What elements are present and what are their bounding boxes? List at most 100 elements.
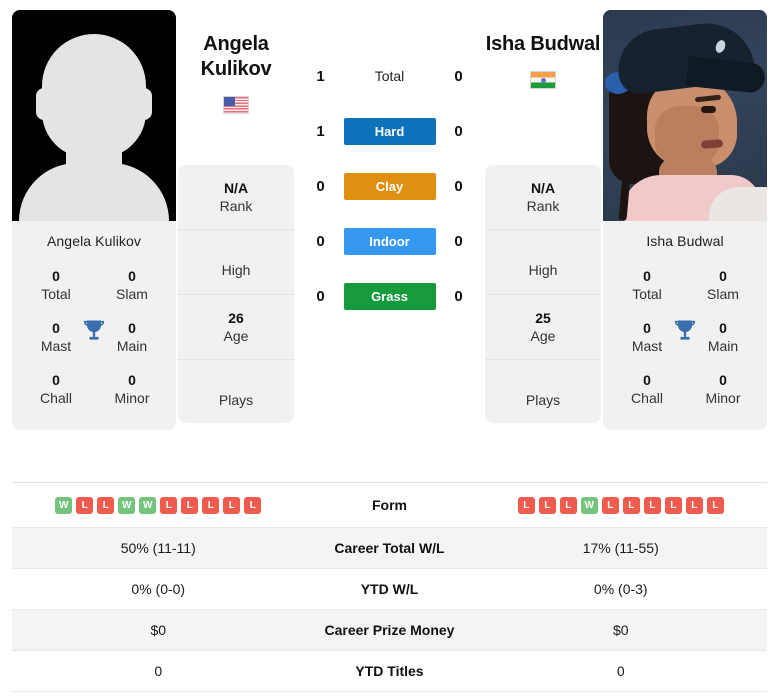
title-value: 0	[719, 371, 727, 388]
left-stat-value: $0	[150, 622, 167, 638]
title-label: Minor	[114, 389, 150, 406]
h2h-left-score: 0	[316, 233, 325, 250]
left-player-column: Angela Kulikov 0 Total 0 Slam 0 Mast 0 M…	[12, 10, 176, 431]
title-value: 0	[643, 268, 651, 284]
form-chip-loss[interactable]: L	[97, 496, 115, 514]
stat-label: Form	[372, 497, 407, 513]
high-value	[182, 244, 290, 261]
left-info-column: Angela Kulikov N/A Rank High 26 Age Play…	[178, 10, 294, 424]
table-row-ytd-wl: 0% (0-0) YTD W/L 0% (0-3)	[12, 569, 767, 610]
age-value: 26	[228, 309, 244, 326]
left-high-section: High	[178, 230, 294, 295]
titles-row: 0 Chall 0 Minor	[609, 365, 761, 417]
h2h-right-score: 0	[454, 233, 463, 250]
title-value: 0	[128, 268, 136, 284]
h2h-right-score: 0	[454, 178, 463, 195]
h2h-surface-indoor[interactable]: Indoor	[343, 228, 436, 255]
avatar-ear-right	[136, 88, 152, 120]
us-flag-icon	[223, 96, 249, 114]
right-player-name-block: Isha Budwal	[485, 10, 601, 165]
left-stat-value: 0	[154, 663, 163, 679]
form-chip-loss[interactable]: L	[622, 496, 640, 514]
right-stat-value: $0	[612, 622, 629, 638]
titles-row: 0 Chall 0 Minor	[18, 365, 170, 417]
high-value	[489, 244, 597, 261]
form-chip-loss[interactable]: L	[517, 496, 535, 514]
form-chip-loss[interactable]: L	[223, 496, 241, 514]
left-player-photo[interactable]	[12, 10, 176, 221]
table-row-career-prize-money: $0 Career Prize Money $0	[12, 610, 767, 651]
right-rank-section: N/A Rank	[485, 165, 601, 231]
title-label: Slam	[116, 285, 148, 302]
age-label: Age	[223, 327, 249, 344]
table-row-form: WLLWWLLLLL Form LLLWLLLLLL	[12, 483, 767, 528]
stat-label: YTD Titles	[355, 663, 424, 679]
form-chip-win[interactable]: W	[118, 496, 136, 514]
form-chip-loss[interactable]: L	[160, 496, 178, 514]
title-stat: 0 Minor	[101, 372, 163, 408]
stat-label: Career Prize Money	[324, 622, 455, 638]
form-chip-loss[interactable]: L	[181, 496, 199, 514]
right-form-cell: LLLWLLLLLL	[475, 496, 768, 514]
title-label: Main	[707, 337, 739, 354]
age-value: 25	[535, 309, 551, 326]
form-chip-loss[interactable]: L	[538, 496, 556, 514]
rank-value: N/A	[530, 180, 556, 196]
form-chip-loss[interactable]: L	[706, 496, 724, 514]
avatar-body	[19, 163, 169, 221]
h2h-row-total: 1 Total 0	[296, 62, 483, 90]
right-info-column: Isha Budwal N/A Rank High 25 Age Plays	[485, 10, 601, 424]
plays-value	[489, 374, 597, 391]
form-chip-win[interactable]: W	[55, 496, 73, 514]
h2h-left-score: 0	[316, 178, 325, 195]
title-label: Total	[41, 285, 71, 302]
form-chip-loss[interactable]: L	[244, 496, 262, 514]
h2h-right-score: 0	[454, 67, 463, 85]
h2h-surface-hard[interactable]: Hard	[343, 118, 436, 145]
form-chip-loss[interactable]: L	[643, 496, 661, 514]
form-chip-win[interactable]: W	[580, 496, 598, 514]
left-player-name-line2: Kulikov	[200, 58, 272, 80]
h2h-surface-clay[interactable]: Clay	[343, 173, 436, 200]
stat-label: YTD W/L	[360, 581, 419, 597]
h2h-left-score: 0	[316, 288, 325, 305]
age-label: Age	[530, 327, 556, 344]
right-player-card[interactable]: Isha Budwal 0 Total 0 Slam 0 Mast 0 Main…	[603, 10, 767, 431]
title-stat: 0 Minor	[692, 372, 754, 408]
title-stat: 0 Chall	[25, 372, 87, 408]
left-form-cell: WLLWWLLLLL	[12, 496, 305, 514]
title-stat: 0 Main	[692, 320, 754, 356]
title-value: 0	[643, 319, 651, 336]
h2h-left-score: 1	[316, 123, 325, 140]
title-label: Chall	[631, 389, 663, 406]
head-to-head-column: 1 Total 0 1 Hard 0 0 Clay 0 0 Indoor 0 0…	[296, 10, 483, 338]
left-stat-value: 0% (0-0)	[131, 581, 186, 597]
title-stat: 0 Main	[101, 320, 163, 356]
form-chip-loss[interactable]: L	[685, 496, 703, 514]
form-chip-loss[interactable]: L	[664, 496, 682, 514]
title-stat: 0 Slam	[692, 268, 754, 304]
comparison-stats-table: WLLWWLLLLL Form LLLWLLLLLL 50% (11-11) C…	[12, 482, 767, 692]
title-label: Chall	[40, 389, 72, 406]
form-chip-loss[interactable]: L	[601, 496, 619, 514]
h2h-surface-total: Total	[374, 68, 405, 84]
form-chip-loss[interactable]: L	[202, 496, 220, 514]
form-chip-loss[interactable]: L	[559, 496, 577, 514]
title-label: Mast	[40, 337, 72, 354]
title-label: Slam	[707, 285, 739, 302]
right-titles-grid: 0 Total 0 Slam 0 Mast 0 Main 0 Chall 0 M…	[603, 261, 767, 430]
right-player-photo[interactable]	[603, 10, 767, 221]
right-player-card-name: Isha Budwal	[646, 233, 724, 249]
table-row-ytd-titles: 0 YTD Titles 0	[12, 651, 767, 692]
player-comparison-header: Angela Kulikov 0 Total 0 Slam 0 Mast 0 M…	[0, 0, 779, 470]
form-chip-loss[interactable]: L	[76, 496, 94, 514]
h2h-surface-grass[interactable]: Grass	[343, 283, 436, 310]
h2h-row-indoor: 0 Indoor 0	[296, 228, 483, 255]
form-chip-win[interactable]: W	[139, 496, 157, 514]
high-label: High	[221, 262, 251, 279]
photo-lip	[700, 139, 724, 149]
titles-row: 0 Total 0 Slam	[18, 261, 170, 313]
left-player-card[interactable]: Angela Kulikov 0 Total 0 Slam 0 Mast 0 M…	[12, 10, 176, 431]
right-stat-value: 0% (0-3)	[593, 581, 648, 597]
india-flag-icon	[530, 71, 556, 89]
